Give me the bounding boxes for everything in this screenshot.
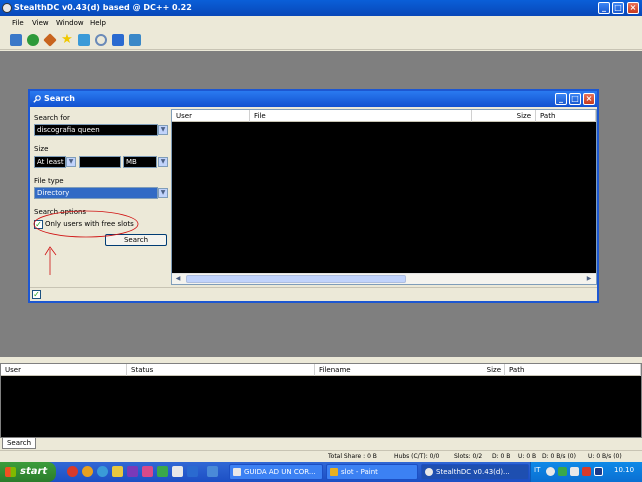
adl-search-icon[interactable]	[112, 34, 124, 46]
red-annotation-marks	[33, 210, 139, 275]
chevron-down-icon[interactable]: ▼	[158, 157, 168, 167]
menu-file[interactable]: File	[12, 17, 24, 29]
tray-icon[interactable]	[594, 467, 603, 476]
windows-logo-icon	[5, 467, 16, 477]
tray-icon[interactable]	[570, 467, 579, 476]
app-icon	[425, 468, 433, 476]
tab-search[interactable]: Search	[2, 438, 36, 449]
search-maximize-button[interactable]: □	[569, 93, 581, 105]
app-title: StealthDC v0.43(d) based @ DC++ 0.22	[14, 3, 192, 12]
search-for-label: Search for	[34, 114, 70, 122]
transfers-list[interactable]: User Status Filename Size Path	[0, 363, 642, 438]
col-size[interactable]: Size	[472, 110, 536, 122]
minimize-button[interactable]: _	[598, 2, 610, 14]
menu-help[interactable]: Help	[90, 17, 106, 29]
file-type-select[interactable]: Directory	[34, 187, 158, 199]
search-status-strip: ✓	[30, 287, 597, 301]
task-button-stealthdc[interactable]: StealthDC v0.43(d)...	[421, 464, 529, 480]
download-rate: D: 0 B/s (0)	[542, 453, 576, 460]
col-path[interactable]: Path	[505, 364, 641, 376]
file-type-label: File type	[34, 177, 64, 185]
notepad-icon[interactable]	[129, 34, 141, 46]
search-close-button[interactable]: ×	[583, 93, 595, 105]
public-hubs-icon[interactable]	[10, 34, 22, 46]
chevron-down-icon[interactable]: ▼	[158, 188, 168, 198]
search-results-list[interactable]: User File Size Path ◀ ▶	[171, 109, 597, 285]
uploaded-total: U: 0 B	[518, 453, 537, 460]
tray-icon[interactable]	[546, 467, 555, 476]
upload-rate: U: 0 B/s (0)	[588, 453, 622, 460]
status-checkbox[interactable]: ✓	[32, 290, 41, 299]
paint-icon	[330, 468, 338, 476]
magnifier-icon	[33, 95, 41, 103]
tray-icon[interactable]	[582, 467, 591, 476]
quicklaunch-icon[interactable]	[97, 466, 108, 477]
search-window: Search _ □ × Search for discografia quee…	[28, 89, 599, 303]
favorites-icon[interactable]: ★	[61, 33, 73, 46]
total-share: Total Share : 0 B	[328, 453, 377, 460]
clock: 10.10	[614, 466, 635, 474]
quicklaunch-icon[interactable]	[207, 466, 218, 477]
transfers-header: User Status Filename Size Path	[1, 364, 641, 376]
quicklaunch-icon[interactable]	[157, 466, 168, 477]
hubs-count: Hubs (C/T): 0/0	[394, 453, 440, 460]
col-path[interactable]: Path	[536, 110, 596, 122]
col-file[interactable]: File	[250, 110, 472, 122]
col-user[interactable]: User	[172, 110, 250, 122]
document-icon	[233, 468, 241, 476]
size-unit-select[interactable]: MB	[123, 156, 157, 168]
app-icon	[2, 3, 12, 13]
users-icon[interactable]	[78, 34, 90, 46]
chevron-down-icon[interactable]: ▼	[66, 157, 76, 167]
size-mode-select[interactable]: At least	[34, 156, 66, 168]
chevron-down-icon[interactable]: ▼	[158, 125, 168, 135]
reconnect-icon[interactable]	[27, 34, 39, 46]
task-button-paint[interactable]: slot - Paint	[326, 464, 418, 480]
size-label: Size	[34, 145, 49, 153]
search-minimize-button[interactable]: _	[555, 93, 567, 105]
horizontal-scrollbar[interactable]: ◀ ▶	[172, 273, 596, 284]
quicklaunch-icon[interactable]	[172, 466, 183, 477]
slots-count: Slots: 0/2	[454, 453, 483, 460]
tray-icon[interactable]	[558, 467, 567, 476]
window-tabs-bar	[0, 438, 642, 450]
maximize-button[interactable]: □	[612, 2, 624, 14]
results-header: User File Size Path	[172, 110, 596, 122]
col-status[interactable]: Status	[127, 364, 315, 376]
scroll-left-icon[interactable]: ◀	[173, 275, 183, 283]
app-title-bar: StealthDC v0.43(d) based @ DC++ 0.22	[0, 0, 642, 16]
quicklaunch-icon[interactable]	[142, 466, 153, 477]
language-indicator[interactable]: IT	[534, 466, 540, 474]
quicklaunch-icon[interactable]	[82, 466, 93, 477]
col-user[interactable]: User	[1, 364, 127, 376]
search-window-title-bar: Search	[30, 91, 597, 107]
close-button[interactable]: ×	[627, 2, 639, 14]
quicklaunch-icon[interactable]	[187, 466, 198, 477]
downloaded-total: D: 0 B	[492, 453, 511, 460]
search-for-input[interactable]: discografia queen	[34, 124, 158, 136]
quicklaunch-icon[interactable]	[127, 466, 138, 477]
task-button-guida[interactable]: GUIDA AD UN COR...	[229, 464, 323, 480]
size-value-input[interactable]	[79, 156, 121, 168]
search-window-title: Search	[44, 94, 75, 103]
col-size[interactable]: Size	[441, 364, 505, 376]
menu-view[interactable]: View	[32, 17, 49, 29]
quicklaunch-icon[interactable]	[67, 466, 78, 477]
scrollbar-thumb[interactable]	[186, 275, 406, 283]
quicklaunch-icon[interactable]	[112, 466, 123, 477]
scroll-right-icon[interactable]: ▶	[584, 275, 594, 283]
search-icon[interactable]	[95, 34, 107, 46]
menu-window[interactable]: Window	[56, 17, 84, 29]
